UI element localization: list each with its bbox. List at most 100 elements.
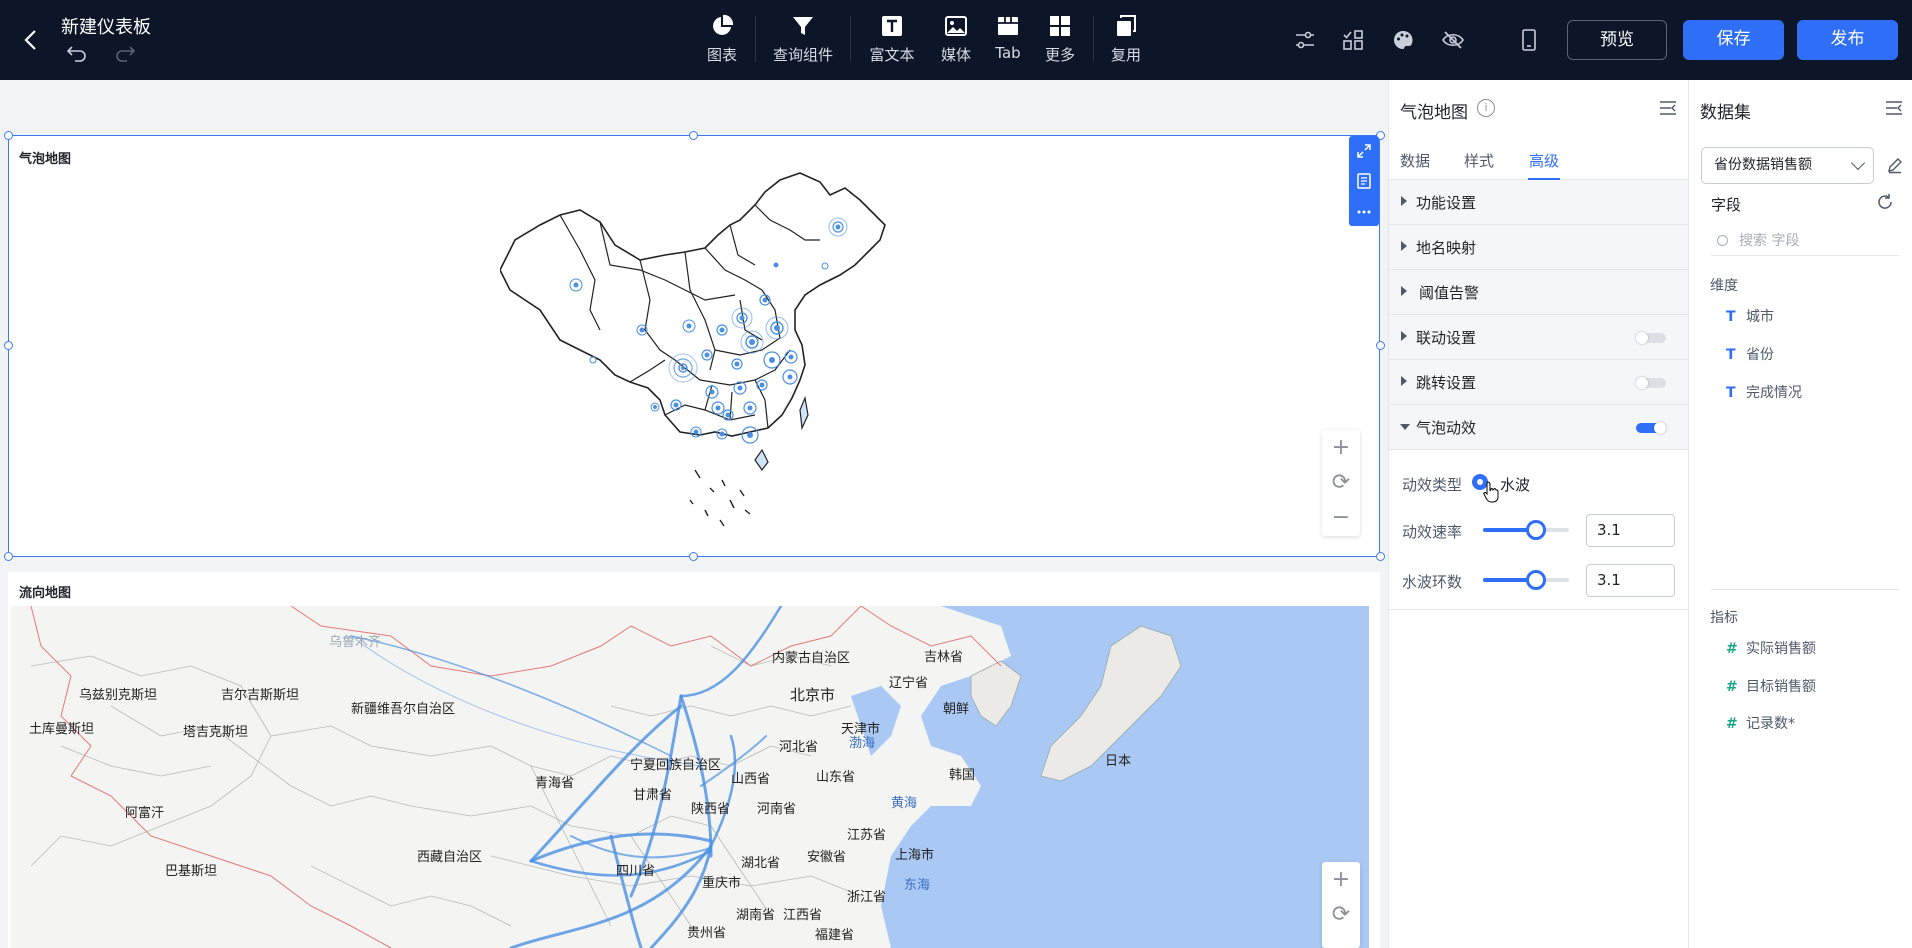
- toggle-knob: [1654, 422, 1666, 434]
- map-label: 浙江省: [847, 890, 887, 905]
- number-type-icon: #: [1726, 716, 1738, 732]
- map-label: 朝鲜: [943, 702, 970, 717]
- resize-handle[interactable]: [689, 131, 698, 140]
- toolbar-more[interactable]: 更多: [1042, 14, 1078, 70]
- linkage-toggle[interactable]: [1636, 332, 1666, 344]
- resize-handle[interactable]: [689, 552, 698, 561]
- map-label: 巴基斯坦: [165, 864, 218, 879]
- field-item[interactable]: # 记录数*: [1726, 713, 1795, 733]
- zoom-out-icon[interactable]: −: [1322, 500, 1360, 535]
- tab-advanced[interactable]: 高级: [1529, 150, 1559, 171]
- flow-map-basemap: [30, 606, 1369, 948]
- edit-pencil-icon[interactable]: [1886, 156, 1904, 174]
- jump-toggle[interactable]: [1636, 377, 1666, 389]
- undo-icon[interactable]: [66, 44, 88, 62]
- toolbar-divider: [755, 16, 756, 62]
- note-icon[interactable]: [1356, 173, 1372, 189]
- image-icon: [945, 16, 967, 36]
- toolbar-tab[interactable]: Tab: [992, 14, 1024, 70]
- number-type-icon: #: [1726, 641, 1738, 657]
- field-item[interactable]: T 城市: [1726, 306, 1774, 326]
- more-dots-icon[interactable]: [1356, 204, 1372, 220]
- eye-hidden-icon[interactable]: [1441, 28, 1465, 52]
- rings-label: 水波环数: [1402, 573, 1463, 591]
- tab-style[interactable]: 样式: [1464, 150, 1494, 171]
- layout-icon[interactable]: [1341, 28, 1365, 52]
- reset-view-icon[interactable]: ⟳: [1322, 897, 1360, 932]
- map-label: 上海市: [895, 848, 935, 863]
- field-item[interactable]: T 完成情况: [1726, 382, 1802, 402]
- collapse-panel-icon[interactable]: [1659, 101, 1677, 115]
- resize-handle[interactable]: [1376, 341, 1385, 350]
- toolbar-query[interactable]: 查询组件: [770, 14, 836, 70]
- map-label: 福建省: [815, 928, 855, 943]
- theme-palette-icon[interactable]: [1391, 28, 1415, 52]
- toolbar-chart[interactable]: 图表: [704, 14, 740, 70]
- map-label: 安徽省: [807, 850, 847, 865]
- settings-sliders-icon[interactable]: [1293, 28, 1317, 52]
- section-place-mapping[interactable]: 地名映射: [1389, 225, 1689, 270]
- publish-button[interactable]: 发布: [1797, 20, 1898, 60]
- save-button[interactable]: 保存: [1683, 20, 1784, 60]
- preview-button[interactable]: 预览: [1567, 20, 1667, 60]
- resize-handle[interactable]: [4, 131, 13, 140]
- field-item[interactable]: # 实际销售额: [1726, 638, 1816, 658]
- redo-icon[interactable]: [114, 44, 136, 62]
- dimensions-header: 维度: [1710, 278, 1738, 294]
- china-bubble-map[interactable]: [500, 170, 895, 550]
- dashboard-title[interactable]: 新建仪表板: [61, 13, 151, 39]
- refresh-icon[interactable]: [1876, 193, 1894, 211]
- back-arrow-icon[interactable]: [20, 26, 44, 54]
- flow-map[interactable]: 乌鲁木齐 乌兹别克斯坦 吉尔吉斯斯坦 新疆维吾尔自治区 内蒙古自治区 吉林省 辽…: [11, 606, 1369, 948]
- field-label: 记录数*: [1746, 716, 1795, 732]
- slider-thumb[interactable]: [1526, 520, 1547, 540]
- collapse-panel-icon[interactable]: [1885, 101, 1903, 115]
- config-panel: 气泡地图 i 数据 样式 高级 功能设置 地名映射 阈值告警 联动设置 跳转设置…: [1388, 80, 1689, 948]
- field-item[interactable]: T 省份: [1726, 344, 1774, 364]
- fields-header: 字段: [1711, 196, 1742, 214]
- card-side-tools: [1349, 136, 1379, 226]
- section-threshold-alert[interactable]: 阈值告警: [1389, 270, 1689, 315]
- toolbar-divider: [1093, 16, 1094, 62]
- effect-type-option[interactable]: 水波: [1500, 474, 1530, 495]
- resize-handle[interactable]: [1376, 552, 1385, 561]
- divider: [1389, 609, 1689, 610]
- copy-icon: [1117, 15, 1136, 36]
- map-label: 西藏自治区: [417, 850, 483, 865]
- zoom-in-icon[interactable]: +: [1322, 862, 1360, 897]
- expand-icon[interactable]: [1356, 143, 1372, 159]
- zoom-in-icon[interactable]: +: [1322, 430, 1360, 465]
- section-label: 联动设置: [1416, 329, 1477, 347]
- toolbar-reuse-label: 复用: [1110, 46, 1141, 64]
- mobile-device-icon[interactable]: [1517, 28, 1541, 52]
- speed-slider[interactable]: [1483, 520, 1569, 540]
- rings-slider[interactable]: [1483, 570, 1569, 590]
- measures-header: 指标: [1710, 610, 1738, 626]
- field-label: 省份: [1746, 347, 1774, 363]
- toolbar-richtext[interactable]: 富文本: [866, 14, 918, 70]
- field-search-input[interactable]: 搜索 字段: [1711, 226, 1899, 256]
- map-label: 陕西省: [691, 802, 731, 817]
- toolbar-reuse[interactable]: 复用: [1108, 14, 1144, 70]
- tab-data[interactable]: 数据: [1400, 150, 1430, 171]
- section-function-settings[interactable]: 功能设置: [1389, 180, 1689, 225]
- map-label: 乌兹别克斯坦: [79, 688, 158, 703]
- section-jump[interactable]: 跳转设置: [1389, 360, 1689, 405]
- slider-thumb[interactable]: [1526, 570, 1547, 590]
- top-toolbar: 新建仪表板 图表 查询组件 富文本 媒体 Tab 更多 复用 预览 保存 发布: [0, 0, 1912, 80]
- map-label: 内蒙古自治区: [772, 651, 851, 666]
- field-item[interactable]: # 目标销售额: [1726, 676, 1816, 696]
- section-bubble-animation[interactable]: 气泡动效: [1389, 405, 1689, 450]
- speed-input[interactable]: 3.1: [1586, 514, 1675, 547]
- section-linkage[interactable]: 联动设置: [1389, 315, 1689, 360]
- info-icon[interactable]: i: [1477, 99, 1495, 117]
- resize-handle[interactable]: [4, 341, 13, 350]
- rings-input[interactable]: 3.1: [1586, 564, 1675, 597]
- resize-handle[interactable]: [4, 552, 13, 561]
- bubble-animation-toggle[interactable]: [1636, 422, 1666, 434]
- effect-type-label: 动效类型: [1402, 476, 1463, 494]
- map-label: 塔吉克斯坦: [183, 725, 249, 740]
- toolbar-media[interactable]: 媒体: [938, 14, 974, 70]
- reset-view-icon[interactable]: ⟳: [1322, 465, 1360, 500]
- dataset-select[interactable]: 省份数据销售额: [1701, 147, 1874, 184]
